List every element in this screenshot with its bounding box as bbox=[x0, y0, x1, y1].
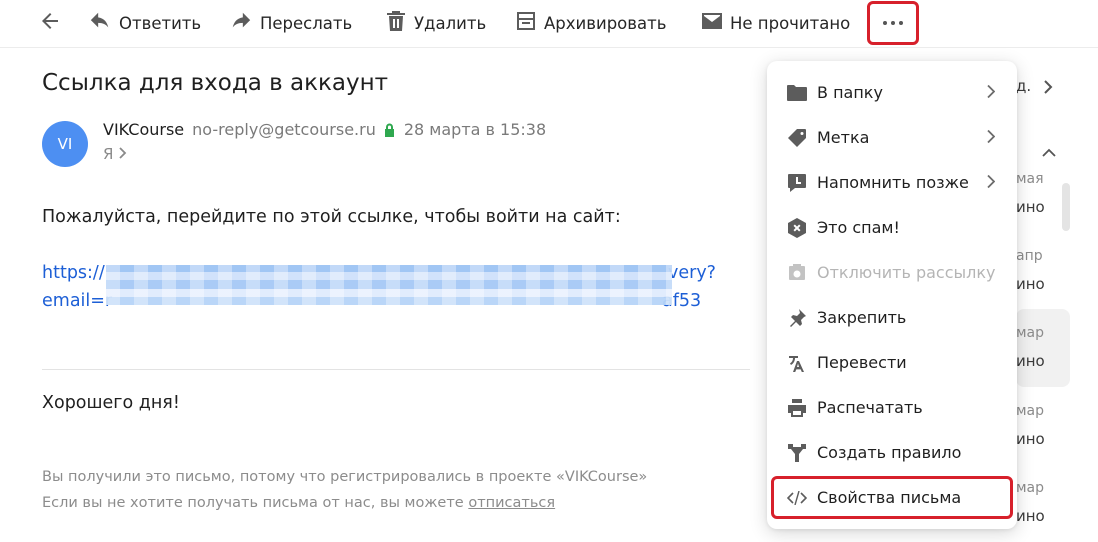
unsubscribe-icon bbox=[787, 263, 807, 283]
list-item-snippet[interactable]: ино bbox=[1016, 352, 1045, 370]
reply-button[interactable]: Ответить bbox=[89, 0, 201, 46]
avatar[interactable]: VI bbox=[42, 121, 88, 167]
reply-label: Ответить bbox=[119, 13, 202, 33]
link-start: https:// bbox=[42, 263, 105, 283]
archive-label: Архивировать bbox=[544, 13, 667, 33]
menu-item-unsubscribe: Отключить рассылку bbox=[767, 250, 1017, 295]
reminder-icon bbox=[787, 173, 807, 193]
code-icon bbox=[787, 488, 807, 508]
more-actions-button[interactable] bbox=[867, 1, 919, 45]
sender-line: VIKCourse no-reply@getcourse.ru 28 марта… bbox=[103, 120, 546, 139]
forward-icon bbox=[230, 10, 252, 36]
list-item-snippet[interactable]: ино bbox=[1016, 198, 1045, 216]
spam-icon bbox=[787, 217, 807, 238]
menu-item-label: Создать правило bbox=[817, 443, 962, 462]
chevron-right-icon bbox=[113, 145, 127, 163]
email-body-text: Пожалуйста, перейдите по этой ссылке, чт… bbox=[42, 207, 621, 227]
archive-icon bbox=[516, 11, 536, 35]
menu-item-message-properties[interactable]: Свойства письма bbox=[767, 475, 1017, 520]
menu-item-label: Закрепить bbox=[817, 308, 907, 327]
more-dots-icon bbox=[883, 21, 903, 25]
pagination-label: д. bbox=[1016, 77, 1032, 95]
chevron-right-icon bbox=[987, 83, 996, 102]
menu-item-translate[interactable]: Перевести bbox=[767, 340, 1017, 385]
footer-line-2: Если вы не хотите получать письма от нас… bbox=[42, 495, 555, 511]
list-item-date: апр bbox=[1016, 248, 1043, 264]
sender-email[interactable]: no-reply@getcourse.ru bbox=[192, 120, 376, 139]
list-item-snippet[interactable]: ино bbox=[1016, 507, 1045, 525]
menu-item-label: Перевести bbox=[817, 353, 907, 372]
toolbar: Ответить Переслать Удалить Архивировать … bbox=[0, 0, 1098, 48]
menu-item-print[interactable]: Распечатать bbox=[767, 385, 1017, 430]
menu-item-label: Это спам! bbox=[817, 218, 900, 237]
delete-button[interactable]: Удалить bbox=[386, 0, 486, 46]
reply-icon bbox=[89, 10, 111, 36]
lock-icon bbox=[384, 123, 395, 137]
link-start: email=r bbox=[42, 291, 113, 311]
delete-label: Удалить bbox=[414, 13, 487, 33]
menu-item-pin[interactable]: Закрепить bbox=[767, 295, 1017, 340]
menu-item-create-rule[interactable]: Создать правило bbox=[767, 430, 1017, 475]
link-end: very? bbox=[668, 263, 716, 283]
list-item-snippet[interactable]: ино bbox=[1016, 275, 1045, 293]
chevron-right-icon bbox=[987, 128, 996, 147]
scrollbar[interactable] bbox=[1062, 183, 1070, 231]
menu-item-label: Напомнить позже bbox=[817, 173, 969, 192]
tag-icon bbox=[787, 128, 807, 148]
menu-item-label: Метка bbox=[817, 128, 870, 147]
chevron-up-icon[interactable] bbox=[1042, 142, 1056, 161]
menu-item-move-to-folder[interactable]: В папку bbox=[767, 70, 1017, 115]
chevron-right-icon[interactable] bbox=[1044, 79, 1053, 98]
mark-unread-button[interactable]: Не прочитано bbox=[702, 0, 850, 46]
rule-icon bbox=[787, 443, 807, 463]
recipient[interactable]: Я bbox=[103, 145, 127, 163]
redacted-link-blur bbox=[106, 265, 672, 305]
email-date: 28 марта в 15:38 bbox=[403, 120, 547, 139]
envelope-icon bbox=[702, 13, 722, 33]
list-item-date: мар bbox=[1016, 403, 1045, 419]
recipient-label: Я bbox=[103, 145, 114, 163]
list-item-selected-bg bbox=[1016, 309, 1070, 387]
greeting: Хорошего дня! bbox=[42, 393, 180, 413]
email-subject: Ссылка для входа в аккаунт bbox=[42, 70, 389, 96]
print-icon bbox=[787, 398, 807, 418]
back-button[interactable] bbox=[38, 0, 62, 46]
menu-item-label: Свойства письма bbox=[817, 488, 962, 507]
menu-item-remind-later[interactable]: Напомнить позже bbox=[767, 160, 1017, 205]
forward-label: Переслать bbox=[260, 13, 353, 33]
arrow-left-icon bbox=[38, 9, 62, 37]
list-item-date: мар bbox=[1016, 325, 1045, 341]
more-actions-menu: В папку Метка Напомнить позже Это спам! … bbox=[767, 61, 1017, 529]
list-item-date: мар bbox=[1016, 480, 1045, 496]
mark-unread-label: Не прочитано bbox=[730, 13, 851, 33]
folder-icon bbox=[787, 83, 807, 103]
footer-line-1: Вы получили это письмо, потому что регис… bbox=[42, 469, 648, 485]
message-list-partial: д. мая ино апр ино мар ино мар ино мар и… bbox=[1012, 60, 1098, 542]
menu-item-label: Отключить рассылку bbox=[817, 263, 996, 282]
sender-name[interactable]: VIKCourse bbox=[103, 120, 184, 139]
divider bbox=[42, 369, 750, 370]
translate-icon bbox=[787, 353, 807, 373]
unsubscribe-link[interactable]: отписаться bbox=[468, 495, 555, 511]
list-item-date: мая bbox=[1016, 171, 1044, 187]
forward-button[interactable]: Переслать bbox=[230, 0, 352, 46]
menu-item-label: Распечатать bbox=[817, 398, 923, 417]
archive-button[interactable]: Архивировать bbox=[516, 0, 666, 46]
menu-item-spam[interactable]: Это спам! bbox=[767, 205, 1017, 250]
chevron-right-icon bbox=[987, 173, 996, 192]
trash-icon bbox=[386, 10, 406, 36]
list-item-snippet[interactable]: ино bbox=[1016, 430, 1045, 448]
footer-line-2-text: Если вы не хотите получать письма от нас… bbox=[42, 495, 469, 511]
pin-icon bbox=[787, 308, 807, 328]
avatar-initials: VI bbox=[57, 135, 73, 153]
menu-item-label: В папку bbox=[817, 83, 883, 102]
menu-item-label-tag[interactable]: Метка bbox=[767, 115, 1017, 160]
